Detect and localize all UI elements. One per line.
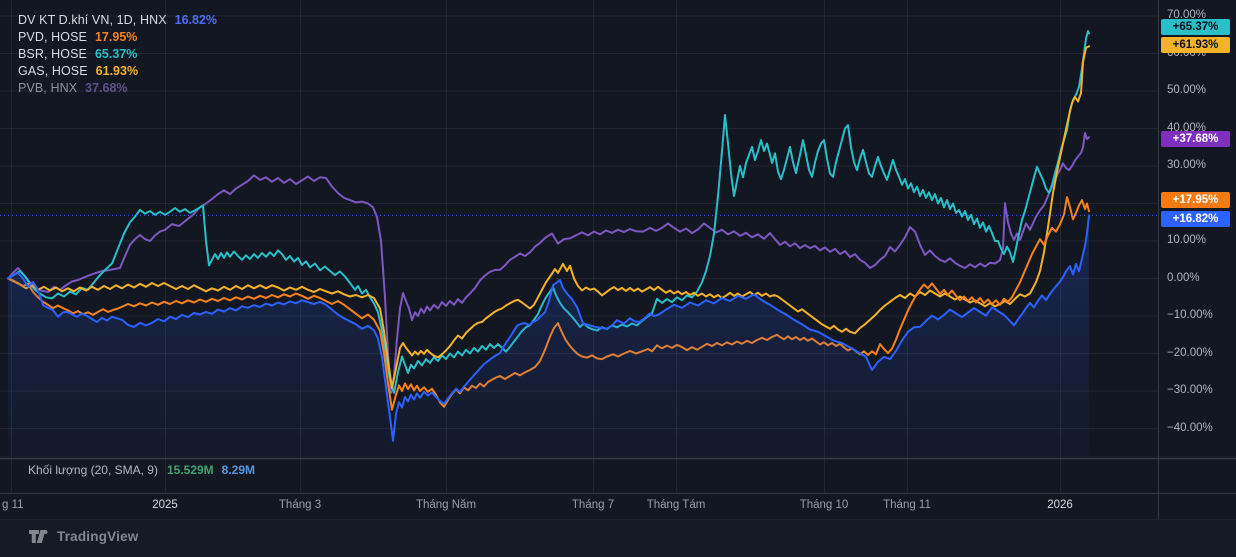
volume-value: 15.529M bbox=[167, 463, 214, 477]
legend-row-BSR[interactable]: BSR, HOSE 65.37% bbox=[18, 45, 217, 62]
price-axis-tick: 0.00% bbox=[1167, 272, 1200, 284]
area-fill-DV KT D.khí VN bbox=[8, 215, 1089, 458]
volume-sma-value: 8.29M bbox=[222, 463, 255, 477]
price-badge: +17.95% bbox=[1161, 192, 1230, 208]
symbol-legend: DV KT D.khí VN, 1D, HNX 16.82% PVD, HOSE 17… bbox=[18, 11, 217, 96]
legend-row-PVB[interactable]: PVB, HNX 37.68% bbox=[18, 79, 217, 96]
time-axis-label: Tháng 7 bbox=[572, 499, 614, 511]
legend-symbol-title[interactable]: PVD, HOSE bbox=[18, 30, 87, 44]
tradingview-logo-icon bbox=[29, 530, 50, 543]
time-axis-label: Tháng Tám bbox=[647, 499, 706, 511]
time-axis-label: Tháng Năm bbox=[416, 499, 476, 511]
price-axis-tick: −20.00% bbox=[1167, 347, 1213, 359]
time-axis-label: 2026 bbox=[1047, 499, 1073, 511]
price-axis-tick: 30.00% bbox=[1167, 159, 1206, 171]
volume-legend[interactable]: Khối lượng (20, SMA, 9) 15.529M 8.29M bbox=[28, 462, 255, 478]
legend-row-PVD[interactable]: PVD, HOSE 17.95% bbox=[18, 28, 217, 45]
legend-change-value: 16.82% bbox=[175, 13, 217, 27]
volume-legend-label: Khối lượng (20, SMA, 9) bbox=[28, 463, 158, 477]
price-axis-tick: −30.00% bbox=[1167, 384, 1213, 396]
price-axis-tick: 50.00% bbox=[1167, 84, 1206, 96]
legend-symbol-title[interactable]: GAS, HOSE bbox=[18, 64, 88, 78]
time-axis-label: Tháng 10 bbox=[800, 499, 849, 511]
legend-change-value: 17.95% bbox=[95, 30, 137, 44]
price-axis-tick: 10.00% bbox=[1167, 234, 1206, 246]
tradingview-logo[interactable]: TradingView bbox=[29, 529, 138, 544]
price-axis[interactable]: 70.00%60.00%50.00%40.00%30.00%10.00%0.00… bbox=[1159, 0, 1236, 519]
legend-row-DV-KT-D.khí-VN[interactable]: DV KT D.khí VN, 1D, HNX 16.82% bbox=[18, 11, 217, 28]
time-axis-label: Tháng 3 bbox=[279, 499, 321, 511]
legend-change-value: 65.37% bbox=[95, 47, 137, 61]
price-badge: +37.68% bbox=[1161, 131, 1230, 147]
tradingview-logo-text: TradingView bbox=[57, 529, 138, 544]
price-badge: +65.37% bbox=[1161, 19, 1230, 35]
time-axis-label: 2025 bbox=[152, 499, 178, 511]
time-axis-label: g 11 bbox=[2, 499, 24, 511]
price-axis-tick: −40.00% bbox=[1167, 422, 1213, 434]
legend-symbol-title[interactable]: DV KT D.khí VN, 1D, HNX bbox=[18, 13, 167, 27]
legend-row-GAS[interactable]: GAS, HOSE 61.93% bbox=[18, 62, 217, 79]
legend-symbol-title[interactable]: BSR, HOSE bbox=[18, 47, 87, 61]
legend-change-value: 37.68% bbox=[85, 81, 127, 95]
price-badge: +61.93% bbox=[1161, 37, 1230, 53]
legend-change-value: 61.93% bbox=[96, 64, 138, 78]
footer-strip: TradingView bbox=[0, 519, 1236, 557]
legend-symbol-title[interactable]: PVB, HNX bbox=[18, 81, 77, 95]
price-axis-tick: −10.00% bbox=[1167, 309, 1213, 321]
time-axis-label: Tháng 11 bbox=[883, 499, 931, 511]
price-badge: +16.82% bbox=[1161, 211, 1230, 227]
time-axis[interactable]: g 11 2025 Tháng 3 Tháng Năm Tháng 7 Tháng Tám… bbox=[0, 493, 1236, 519]
app-root: DV KT D.khí VN, 1D, HNX 16.82% PVD, HOSE 17… bbox=[0, 0, 1236, 557]
